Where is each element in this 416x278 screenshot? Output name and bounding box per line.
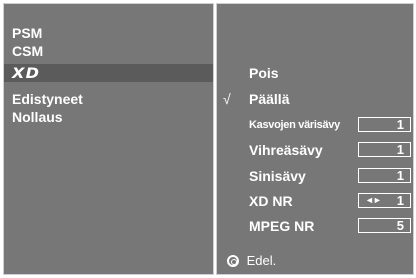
return-circle-icon <box>227 255 239 267</box>
option-pois[interactable]: Pois <box>223 63 413 83</box>
menu-item-csm[interactable]: CSM <box>10 42 215 60</box>
setting-label: Sinisävy <box>249 168 306 184</box>
setting-kasvojen-varisavy[interactable]: Kasvojen värisävy 1 <box>223 115 413 135</box>
right-menu-panel: Pois √ Päällä Kasvojen värisävy 1 Vihreä… <box>216 3 414 275</box>
setting-value: 1 <box>358 142 411 157</box>
setting-value: 5 <box>358 218 411 233</box>
menu-item-edistyneet[interactable]: Edistyneet <box>10 90 215 108</box>
setting-xd-nr[interactable]: XD NR ◄► 1 <box>223 191 413 211</box>
option-label: Päällä <box>249 91 290 107</box>
left-right-arrows-icon: ◄► <box>365 195 382 205</box>
menu-item-label: Nollaus <box>12 109 63 125</box>
setting-value: 1 <box>396 193 404 208</box>
setting-value: 1 <box>358 168 411 183</box>
left-menu-panel: PSM CSM XD Edistyneet Nollaus <box>3 3 214 275</box>
back-hint[interactable]: Edel. <box>227 251 276 271</box>
setting-label: XD NR <box>249 193 293 209</box>
xd-logo: XD <box>12 66 41 82</box>
menu-item-psm[interactable]: PSM <box>10 24 215 42</box>
menu-item-label: Edistyneet <box>12 91 83 107</box>
check-icon: √ <box>223 91 231 107</box>
back-label: Edel. <box>246 253 277 268</box>
setting-mpeg-nr[interactable]: MPEG NR 5 <box>223 216 413 236</box>
menu-item-label: PSM <box>12 25 43 41</box>
menu-item-label: CSM <box>12 43 44 59</box>
option-paalla[interactable]: √ Päällä <box>223 89 413 109</box>
option-label: Pois <box>249 65 279 81</box>
menu-item-xd[interactable]: XD <box>4 64 213 82</box>
setting-sinisavy[interactable]: Sinisävy 1 <box>223 166 413 186</box>
setting-value: 1 <box>358 117 411 132</box>
tv-osd: PSM CSM XD Edistyneet Nollaus Pois √ Pää… <box>0 0 416 278</box>
setting-label: MPEG NR <box>249 218 315 234</box>
menu-item-nollaus[interactable]: Nollaus <box>10 108 215 126</box>
setting-viheasavy[interactable]: Vihreäsävy 1 <box>223 140 413 160</box>
setting-label: Vihreäsävy <box>249 142 323 158</box>
setting-label: Kasvojen värisävy <box>249 119 340 131</box>
setting-value-box: ◄► 1 <box>358 193 411 208</box>
